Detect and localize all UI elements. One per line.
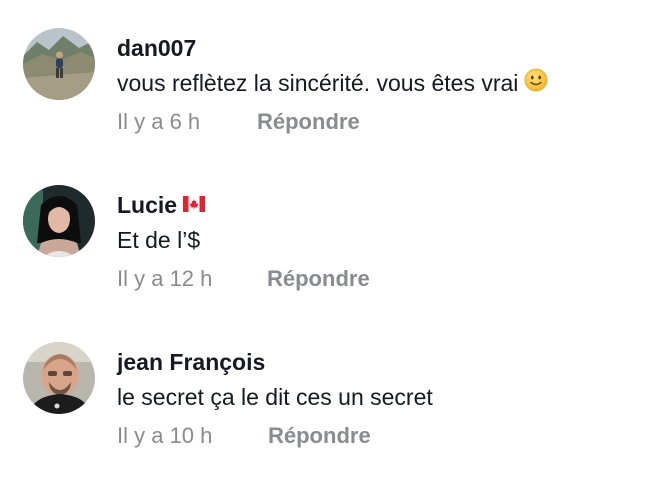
comment-item: dan007 vous reflètez la sincérité. vous … <box>0 28 670 158</box>
comment-time: Il y a 12 h <box>117 266 213 291</box>
comment-username[interactable]: Lucie <box>117 191 206 219</box>
reply-button[interactable]: Répondre <box>268 423 371 449</box>
slightly-smiling-face-icon <box>524 68 548 98</box>
comment-item: Lucie Et de l’$ Il y a 12 h Répondre <box>0 185 670 315</box>
canada-flag-icon <box>183 191 206 218</box>
comment-item: jean François le secret ça le dit ces un… <box>0 342 670 472</box>
avatar[interactable] <box>23 28 95 100</box>
avatar[interactable] <box>23 185 95 257</box>
avatar[interactable] <box>23 342 95 414</box>
comment-time: Il y a 10 h <box>117 423 213 448</box>
comment-text: vous reflètez la sincérité. vous êtes vr… <box>117 68 548 98</box>
reply-button[interactable]: Répondre <box>267 266 370 292</box>
comment-text: Et de l’$ <box>117 227 201 253</box>
comment-username[interactable]: jean François <box>117 349 265 376</box>
comment-list: dan007 vous reflètez la sincérité. vous … <box>0 0 670 480</box>
comment-time: Il y a 6 h <box>117 109 201 134</box>
reply-button[interactable]: Répondre <box>257 109 360 135</box>
comment-text: le secret ça le dit ces un secret <box>117 384 433 410</box>
comment-username[interactable]: dan007 <box>117 35 196 62</box>
